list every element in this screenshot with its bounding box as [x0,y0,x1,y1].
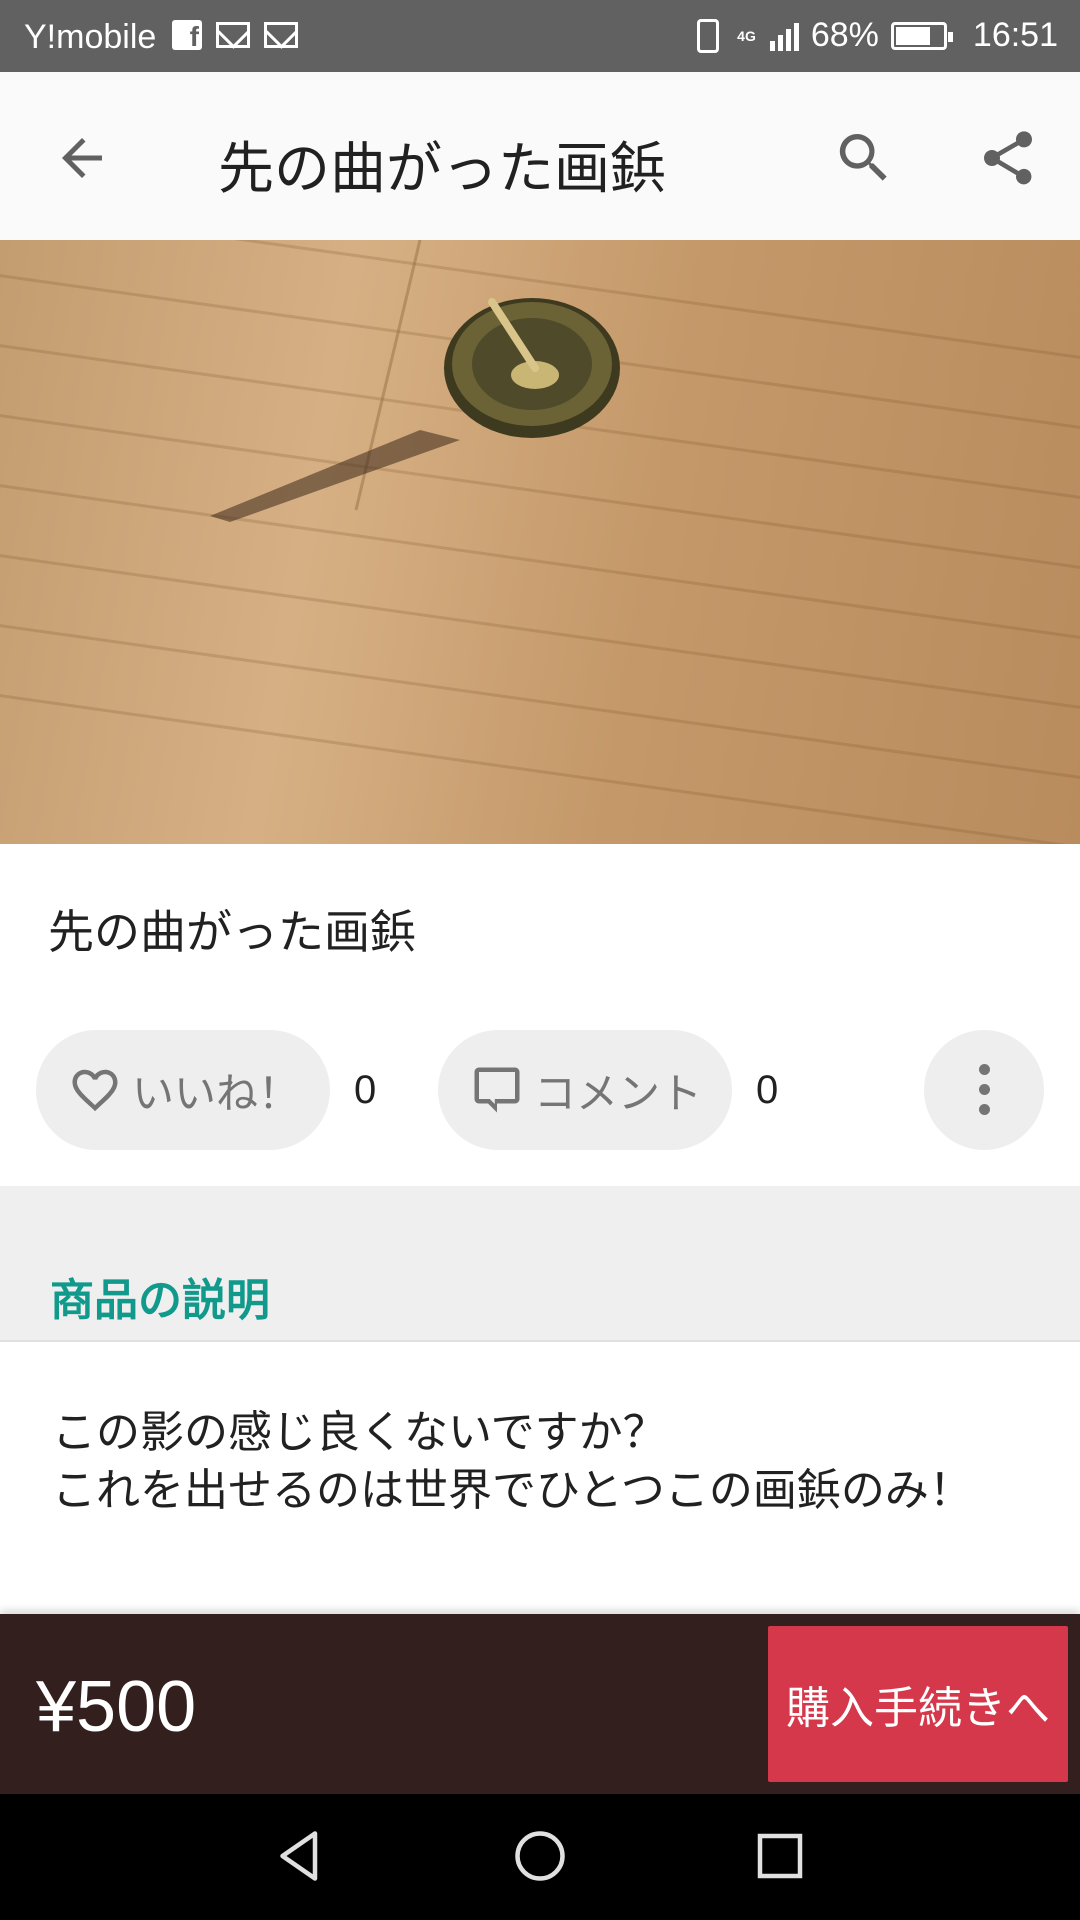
app-bar: 先の曲がった画鋲 [0,72,1080,240]
like-label: いいね！ [132,1068,301,1118]
nav-recents-icon[interactable] [750,1826,810,1886]
like-count: 0 [354,1068,377,1112]
carrier-label: Y!mobile [24,18,157,56]
mail-icon [216,22,250,48]
heart-icon [72,1069,118,1112]
notification-icons: f [172,20,298,52]
price: ¥500 [36,1667,197,1747]
status-bar: Y!mobile f 4G 68% 16:51 [0,0,1080,72]
comment-label: コメント [534,1068,703,1118]
nav-home-icon[interactable] [510,1826,570,1886]
signal-icon [769,21,799,51]
comment-icon [474,1067,520,1113]
product-photo[interactable] [0,240,1080,844]
like-button[interactable]: いいね！ [36,1030,330,1150]
facebook-icon: f [172,20,202,52]
description-section-header: 商品の説明 [0,1186,1080,1342]
clock: 16:51 [972,16,1058,54]
buy-button[interactable]: 購入手続きへ [768,1626,1068,1782]
system-nav-bar [0,1794,1080,1920]
mail-icon [264,22,298,48]
item-description: この影の感じ良くないですか？ これを出せるのは世界でひとつこの画鋲のみ！ [52,1407,973,1516]
share-icon[interactable] [976,126,1040,190]
comment-button[interactable]: コメント [438,1030,732,1150]
page-title: 先の曲がった画鋲 [218,137,666,202]
vibrate-icon [697,18,720,53]
search-icon[interactable] [832,126,896,190]
purchase-bar: ¥500 購入手続きへ [0,1614,1080,1794]
section-heading: 商品の説明 [50,1275,270,1326]
thumbtack-image [210,240,620,522]
item-title: 先の曲がった画鋲 [48,905,416,959]
battery-icon [890,21,953,50]
more-options-button[interactable] [924,1030,1044,1150]
system-icons: 4G 68% 16:51 [691,16,1058,55]
network-type: 4G [737,27,756,44]
comment-count: 0 [756,1068,779,1112]
battery-percent: 68% [810,16,879,54]
back-arrow-icon[interactable] [52,128,112,188]
nav-back-icon[interactable] [270,1826,330,1886]
